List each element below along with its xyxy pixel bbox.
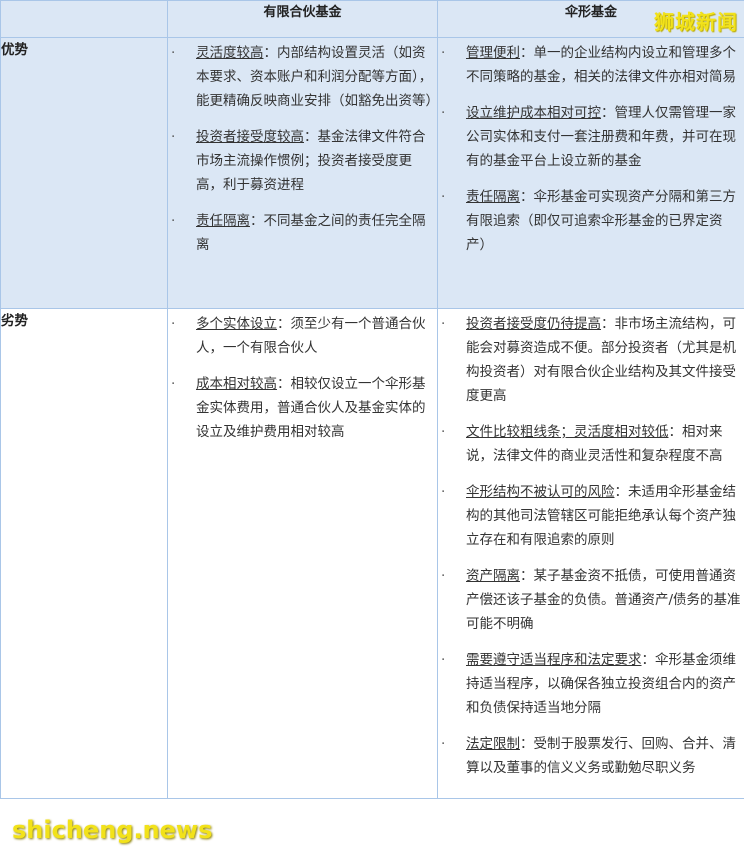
row-label-disadvantages: 劣势: [0, 308, 168, 799]
term-label: 投资者接受度仍待提高: [466, 316, 601, 332]
bullet-list: 多个实体设立：须至少有一个普通合伙人，一个有限合伙人 成本相对较高：相较仅设立一…: [168, 309, 437, 462]
term-label: 设立维护成本相对可控: [466, 105, 601, 121]
list-item: 责任隔离：伞形基金可实现资产分隔和第三方有限追索（即仅可追索伞形基金的已界定资产…: [438, 185, 742, 257]
advantages-umbrella-cell: 管理便利：单一的企业结构内设立和管理多个不同策略的基金，相关的法律文件亦相对简易…: [437, 37, 744, 309]
header-corner: [0, 0, 168, 38]
advantages-row: 优势 灵活度较高：内部结构设置灵活（如资本要求、资本账户和利润分配等方面），能更…: [0, 37, 744, 309]
term-label: 成本相对较高: [196, 376, 277, 392]
list-item: 投资者接受度较高：基金法律文件符合市场主流操作惯例；投资者接受度更高，利于募资进…: [168, 125, 435, 197]
list-item: 法定限制：受制于股票发行、回购、合并、清算以及董事的信义义务或勤勉尽职义务: [438, 732, 742, 780]
list-item: 成本相对较高：相较仅设立一个伞形基金实体费用，普通合伙人及基金实体的设立及维护费…: [168, 372, 435, 444]
list-item: 文件比较粗线条；灵活度相对较低：相对来说，法律文件的商业灵活性和复杂程度不高: [438, 420, 742, 468]
term-label: 灵活度较高: [196, 45, 264, 61]
comparison-table: 有限合伙基金 伞形基金 优势 灵活度较高：内部结构设置灵活（如资本要求、资本账户…: [0, 0, 744, 799]
list-item: 责任隔离：不同基金之间的责任完全隔离: [168, 209, 435, 257]
term-label: 责任隔离: [196, 213, 250, 229]
term-label: 文件比较粗线条；灵活度相对较低: [466, 424, 669, 440]
list-item: 投资者接受度仍待提高：非市场主流结构，可能会对募资造成不便。部分投资者（尤其是机…: [438, 312, 742, 408]
term-label: 责任隔离: [466, 189, 520, 205]
term-label: 投资者接受度较高: [196, 129, 304, 145]
advantages-lp-cell: 灵活度较高：内部结构设置灵活（如资本要求、资本账户和利润分配等方面），能更精确反…: [167, 37, 439, 309]
term-label: 资产隔离: [466, 568, 520, 584]
list-item: 灵活度较高：内部结构设置灵活（如资本要求、资本账户和利润分配等方面），能更精确反…: [168, 41, 439, 113]
bullet-list: 灵活度较高：内部结构设置灵活（如资本要求、资本账户和利润分配等方面），能更精确反…: [168, 38, 439, 275]
bullet-list: 投资者接受度仍待提高：非市场主流结构，可能会对募资造成不便。部分投资者（尤其是机…: [438, 309, 744, 798]
watermark-top: 狮城新闻: [654, 10, 738, 34]
list-item: 需要遵守适当程序和法定要求：伞形基金须维持适当程序，以确保各独立投资组合内的资产…: [438, 648, 742, 720]
bullet-list: 管理便利：单一的企业结构内设立和管理多个不同策略的基金，相关的法律文件亦相对简易…: [438, 38, 744, 275]
list-item: 设立维护成本相对可控：管理人仅需管理一家公司实体和支付一套注册费和年费，并可在现…: [438, 101, 742, 173]
term-label: 多个实体设立: [196, 316, 277, 332]
row-label-advantages: 优势: [0, 37, 168, 309]
term-label: 法定限制: [466, 736, 520, 752]
term-label: 管理便利: [466, 45, 520, 61]
disadvantages-row: 劣势 多个实体设立：须至少有一个普通合伙人，一个有限合伙人 成本相对较高：相较仅…: [0, 308, 744, 799]
term-label: 需要遵守适当程序和法定要求: [466, 652, 642, 668]
list-item: 资产隔离：某子基金资不抵债，可使用普通资产偿还该子基金的负债。普通资产/债务的基…: [438, 564, 742, 636]
list-item: 管理便利：单一的企业结构内设立和管理多个不同策略的基金，相关的法律文件亦相对简易: [438, 41, 742, 89]
disadvantages-umbrella-cell: 投资者接受度仍待提高：非市场主流结构，可能会对募资造成不便。部分投资者（尤其是机…: [437, 308, 744, 799]
term-label: 伞形结构不被认可的风险: [466, 484, 615, 500]
list-item: 多个实体设立：须至少有一个普通合伙人，一个有限合伙人: [168, 312, 435, 360]
header-lp-fund: 有限合伙基金: [167, 0, 438, 38]
watermark-bottom: shicheng.news: [12, 816, 213, 844]
disadvantages-lp-cell: 多个实体设立：须至少有一个普通合伙人，一个有限合伙人 成本相对较高：相较仅设立一…: [167, 308, 438, 799]
list-item: 伞形结构不被认可的风险：未适用伞形基金结构的其他司法管辖区可能拒绝承认每个资产独…: [438, 480, 742, 552]
header-row: 有限合伙基金 伞形基金: [0, 0, 744, 38]
